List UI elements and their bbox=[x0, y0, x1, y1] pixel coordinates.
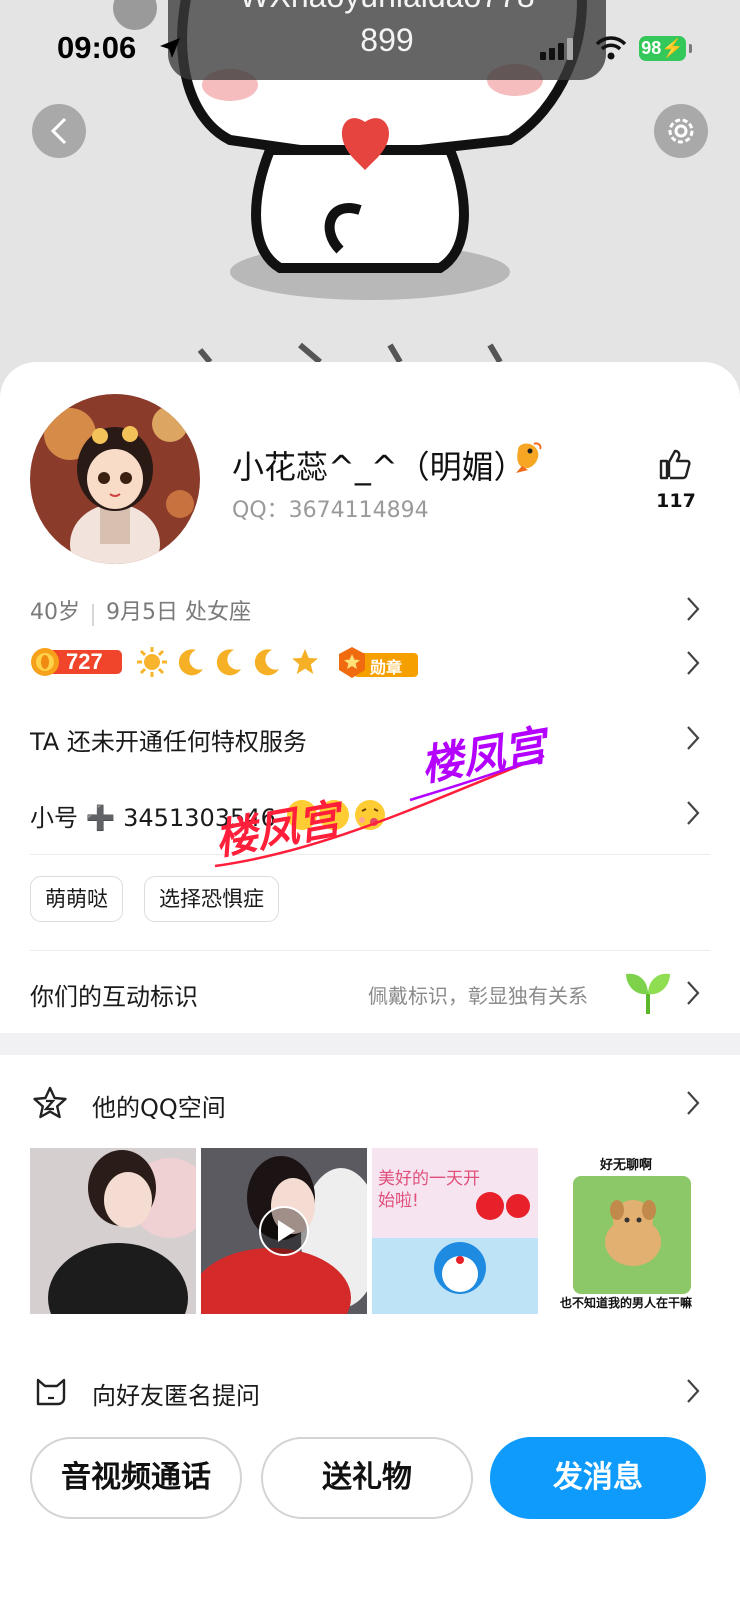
interaction-hint: 佩戴标识，彰显独有关系 bbox=[368, 984, 588, 1008]
settings-button[interactable] bbox=[654, 104, 708, 158]
photo-image bbox=[573, 1176, 691, 1294]
chevron-right-icon bbox=[687, 981, 700, 1005]
star-icon bbox=[292, 649, 318, 674]
chevron-right-icon bbox=[687, 1379, 700, 1403]
banner-line-1: WXhaoyunlaidao778 bbox=[168, 0, 606, 15]
video-call-button[interactable]: 音视频通话 bbox=[30, 1437, 242, 1519]
signal-icon bbox=[540, 38, 573, 60]
photo-caption-top: 好无聊啊 bbox=[599, 1158, 652, 1173]
battery-tip bbox=[689, 44, 692, 53]
chevron-right-icon bbox=[687, 651, 700, 675]
chevron-left-icon bbox=[50, 117, 67, 145]
battery-level: 98 bbox=[641, 38, 662, 58]
thumbs-up-icon[interactable] bbox=[658, 448, 692, 480]
tag-chip[interactable]: 萌萌哒 bbox=[30, 876, 123, 922]
moon-icon bbox=[254, 649, 279, 676]
qzone-star-icon bbox=[33, 1086, 67, 1119]
back-button[interactable] bbox=[32, 104, 86, 158]
qzone-video[interactable] bbox=[201, 1148, 367, 1314]
age-label: 40岁 bbox=[30, 600, 80, 625]
charging-bolt-icon: ⚡ bbox=[661, 38, 684, 58]
status-bar: WXhaoyunlaidao778 899 09:06 98⚡ bbox=[0, 0, 740, 100]
chevron-right-icon bbox=[687, 597, 700, 621]
chevron-right-icon bbox=[687, 726, 700, 750]
divider bbox=[30, 950, 710, 951]
qzone-photo[interactable]: 美好的一天开始啦! bbox=[372, 1148, 538, 1314]
goldfish-badge-icon[interactable] bbox=[512, 440, 544, 474]
level-number: 727 bbox=[66, 649, 103, 674]
send-message-button[interactable]: 发消息 bbox=[490, 1437, 706, 1519]
interaction-title: 你们的互动标识 bbox=[30, 983, 198, 1011]
section-separator bbox=[0, 1033, 740, 1055]
gear-icon bbox=[668, 118, 694, 144]
moon-icon bbox=[178, 649, 203, 676]
qq-number: QQ：3674114894 bbox=[232, 498, 429, 523]
tag-chip[interactable]: 选择恐惧症 bbox=[144, 876, 279, 922]
send-gift-button[interactable]: 送礼物 bbox=[261, 1437, 473, 1519]
nickname: 小花蕊^_^（明媚） bbox=[232, 448, 526, 486]
location-arrow-icon bbox=[160, 38, 180, 58]
qzone-title: 他的QQ空间 bbox=[92, 1094, 226, 1122]
photo-image bbox=[30, 1148, 196, 1314]
cat-icon bbox=[36, 1378, 66, 1406]
photo-caption-bottom: 也不知道我的男人在干嘛 bbox=[559, 1296, 692, 1310]
watermark-stroke bbox=[214, 754, 545, 868]
like-count: 117 bbox=[656, 490, 696, 512]
basic-info-row[interactable]: 40岁 9月5日 处女座 bbox=[30, 594, 710, 626]
play-icon bbox=[259, 1206, 309, 1256]
info-divider bbox=[92, 603, 94, 626]
status-time: 09:06 bbox=[57, 30, 137, 65]
moon-icon bbox=[216, 649, 241, 676]
qzone-photo[interactable]: 好无聊啊 也不知道我的男人在干嘛 bbox=[543, 1148, 710, 1314]
chevron-right-icon bbox=[687, 1091, 700, 1115]
wifi-icon bbox=[595, 36, 627, 60]
battery-indicator: 98⚡ bbox=[639, 36, 686, 61]
avatar[interactable] bbox=[30, 394, 200, 564]
sprout-icon bbox=[626, 973, 670, 1014]
photo-caption: 美好的一天开始啦! bbox=[378, 1169, 480, 1211]
medal-label: 勋章 bbox=[370, 658, 403, 677]
sun-icon bbox=[137, 647, 167, 677]
qzone-photo[interactable] bbox=[30, 1148, 196, 1314]
chevron-right-icon bbox=[687, 801, 700, 825]
birthday-sign-label: 9月5日 处女座 bbox=[106, 600, 251, 625]
avatar-image bbox=[30, 394, 200, 564]
anonymous-question-title: 向好友匿名提问 bbox=[92, 1382, 260, 1410]
